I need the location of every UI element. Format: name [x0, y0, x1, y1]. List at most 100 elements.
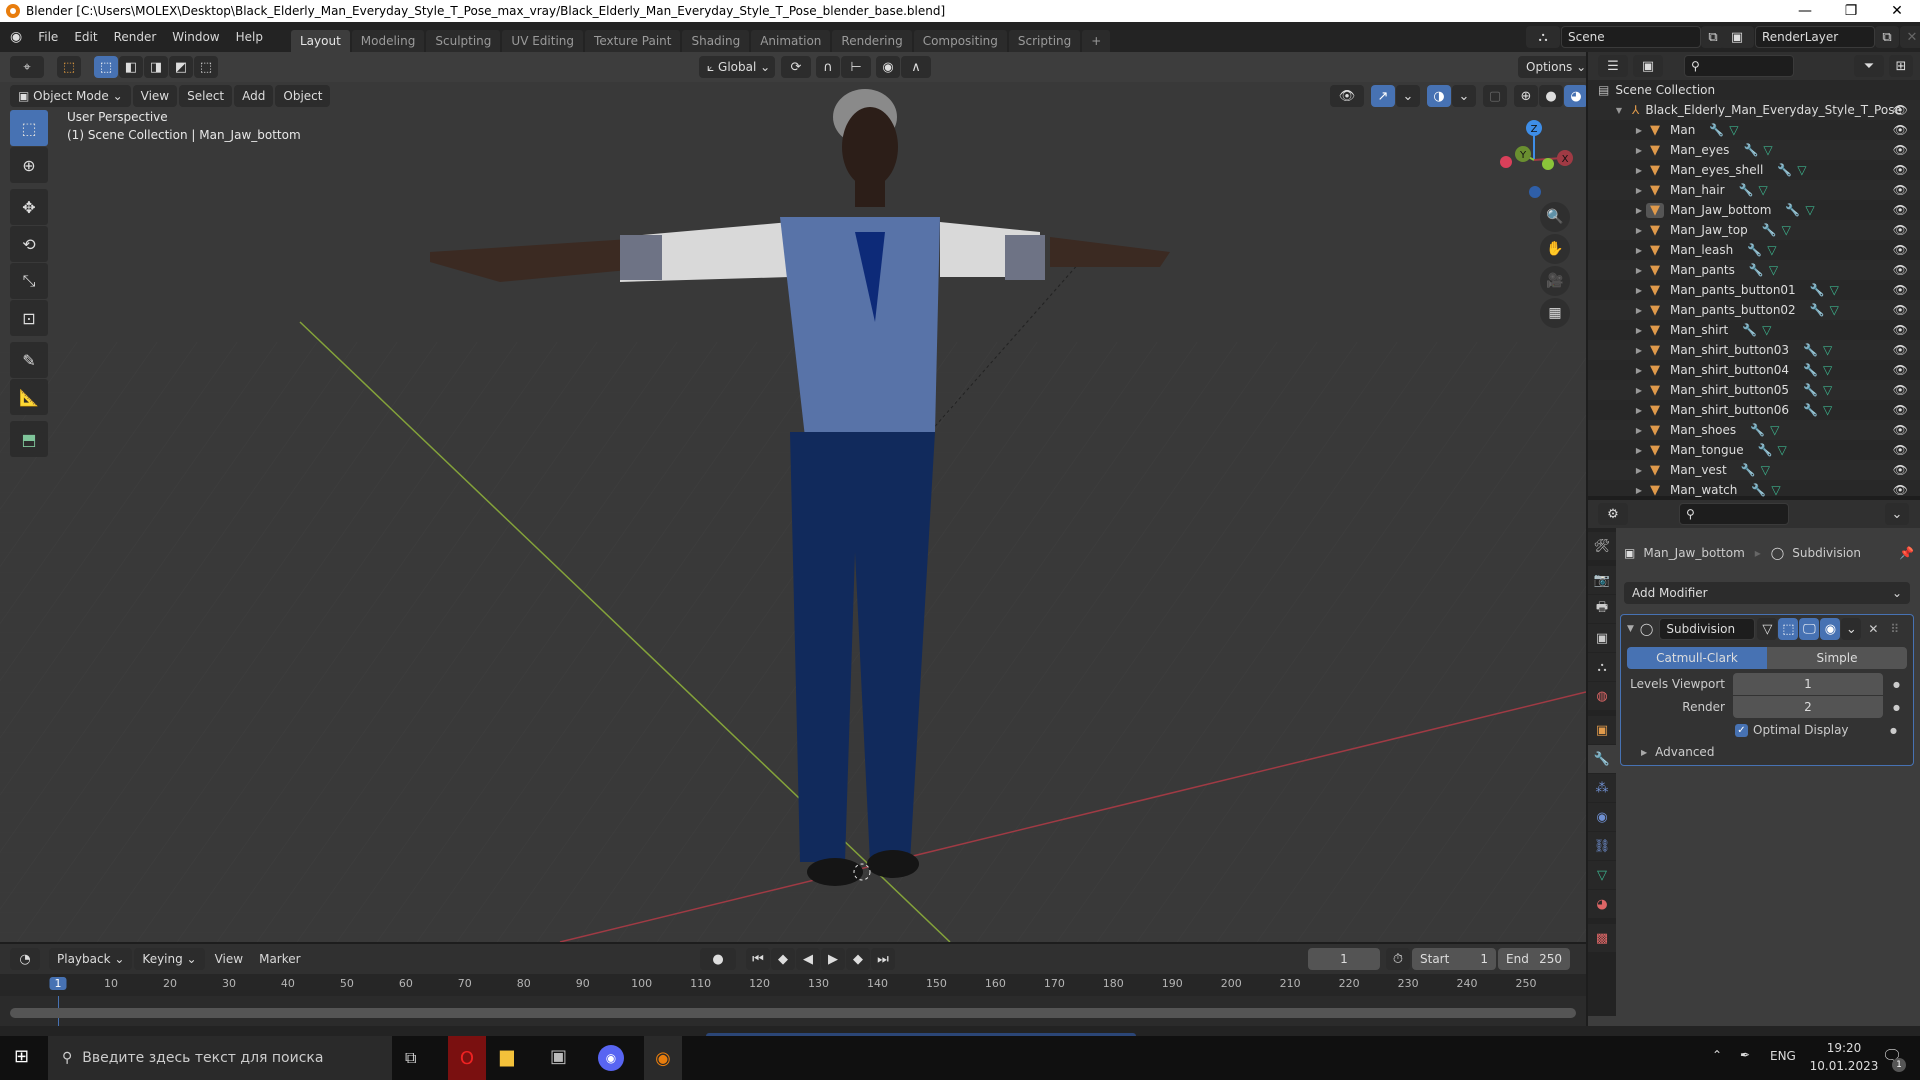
- close-button[interactable]: ✕: [1874, 0, 1920, 22]
- modifier-wrench-icon[interactable]: 🔧: [1747, 243, 1762, 257]
- expand-triangle-icon[interactable]: ▶: [1632, 226, 1646, 235]
- modifier-wrench-icon[interactable]: 🔧: [1739, 183, 1754, 197]
- menu-add[interactable]: Add: [234, 85, 274, 107]
- scale-tool-icon[interactable]: ⤡: [10, 263, 48, 299]
- blender-app-icon[interactable]: ◉: [644, 1036, 682, 1080]
- outliner-item[interactable]: ▶ ▼ Man_tongue 🔧 ▽ 👁: [1588, 440, 1920, 460]
- material-tab-icon[interactable]: ◕: [1588, 890, 1616, 918]
- menu-edit[interactable]: Edit: [66, 30, 105, 44]
- blender-menu-icon[interactable]: ◉: [10, 29, 22, 45]
- select-invert-icon[interactable]: ◩: [169, 56, 193, 78]
- visibility-selectability-icon[interactable]: 👁: [1330, 85, 1364, 107]
- mesh-data-icon[interactable]: ▽: [1771, 483, 1780, 497]
- expand-triangle-icon[interactable]: ▶: [1632, 466, 1646, 475]
- mesh-data-icon[interactable]: ▽: [1797, 163, 1806, 177]
- playback-dropdown[interactable]: Playback ⌄: [49, 948, 133, 970]
- visibility-eye-icon[interactable]: 👁: [1893, 403, 1908, 417]
- modifier-wrench-icon[interactable]: 🔧: [1758, 443, 1773, 457]
- visibility-eye-icon[interactable]: 👁: [1893, 483, 1908, 497]
- expand-triangle-icon[interactable]: ▶: [1632, 326, 1646, 335]
- modifier-tab-icon[interactable]: 🔧: [1588, 745, 1616, 773]
- mesh-data-icon[interactable]: ▽: [1761, 463, 1770, 477]
- preview-range-icon[interactable]: ⏱: [1386, 948, 1410, 970]
- tab-compositing[interactable]: Compositing: [913, 30, 1007, 52]
- view-layer-name-field[interactable]: RenderLayer: [1755, 26, 1875, 48]
- modifier-wrench-icon[interactable]: 🔧: [1743, 143, 1758, 157]
- render-tab-icon[interactable]: 📷: [1588, 566, 1616, 594]
- end-frame-field[interactable]: End 250: [1498, 948, 1570, 970]
- neg-y-axis-handle[interactable]: [1542, 158, 1554, 170]
- editor-type-icon[interactable]: ⌖: [10, 56, 44, 78]
- outliner-item[interactable]: ▶ ▼ Man_watch 🔧 ▽ 👁: [1588, 480, 1920, 500]
- visibility-eye-icon[interactable]: 👁: [1893, 223, 1908, 237]
- visibility-eye-icon[interactable]: 👁: [1893, 343, 1908, 357]
- tool-tab-icon[interactable]: 🛠: [1588, 532, 1616, 560]
- add-workspace-button[interactable]: +: [1082, 30, 1111, 52]
- gizmo-dropdown-icon[interactable]: ⌄: [1396, 85, 1420, 107]
- clock-time[interactable]: 19:20: [1814, 1041, 1874, 1055]
- timeline-ruler[interactable]: 1 10 20 30 40 50 60 70 80 90 100 110 120 130 140 150 160…: [0, 974, 1586, 996]
- properties-search-input[interactable]: ⚲: [1679, 503, 1789, 525]
- expand-triangle-icon[interactable]: ▶: [1632, 166, 1646, 175]
- expand-triangle-icon[interactable]: ▶: [1632, 186, 1646, 195]
- neg-x-axis-handle[interactable]: [1500, 156, 1512, 168]
- texture-tab-icon[interactable]: ▩: [1588, 924, 1616, 952]
- pin-icon[interactable]: 📌: [1899, 546, 1914, 560]
- zoom-view-icon[interactable]: 🔍: [1540, 202, 1570, 232]
- new-view-layer-icon[interactable]: ⧉: [1875, 26, 1899, 48]
- mesh-data-icon[interactable]: ▽: [1782, 223, 1791, 237]
- mesh-data-icon[interactable]: ▽: [1778, 443, 1787, 457]
- outliner-filter-layer-icon[interactable]: ▣: [1633, 55, 1663, 77]
- outliner-item[interactable]: ▶ ▼ Man_leash 🔧 ▽ 👁: [1588, 240, 1920, 260]
- auto-keying-icon[interactable]: ●: [700, 948, 736, 970]
- modifier-wrench-icon[interactable]: 🔧: [1803, 403, 1818, 417]
- wireframe-shading-icon[interactable]: ⊕: [1514, 85, 1538, 107]
- mesh-data-icon[interactable]: ▽: [1805, 203, 1814, 217]
- expand-triangle-icon[interactable]: ▶: [1632, 426, 1646, 435]
- modifier-name-field[interactable]: Subdivision: [1659, 618, 1756, 640]
- scene-icon[interactable]: ⛬: [1526, 26, 1560, 48]
- view-layer-tab-icon[interactable]: ▣: [1588, 624, 1616, 652]
- mesh-data-icon[interactable]: ▽: [1770, 423, 1779, 437]
- menu-help[interactable]: Help: [228, 30, 271, 44]
- outliner-item[interactable]: ▶ ▼ Man_eyes_shell 🔧 ▽ 👁: [1588, 160, 1920, 180]
- select-extend-icon[interactable]: ◧: [119, 56, 143, 78]
- simple-button[interactable]: Simple: [1767, 647, 1907, 669]
- file-explorer-app-icon[interactable]: ▆: [500, 1046, 514, 1067]
- expand-triangle-icon[interactable]: ▶: [1632, 126, 1646, 135]
- catmull-clark-button[interactable]: Catmull-Clark: [1627, 647, 1767, 669]
- menu-file[interactable]: File: [30, 30, 66, 44]
- mesh-data-icon[interactable]: ▽: [1830, 283, 1839, 297]
- modifier-wrench-icon[interactable]: 🔧: [1749, 263, 1764, 277]
- visibility-eye-icon[interactable]: 👁: [1893, 123, 1908, 137]
- collapse-triangle-icon[interactable]: ▼: [1612, 106, 1626, 115]
- pen-icon[interactable]: ✒: [1740, 1048, 1750, 1062]
- mesh-data-icon[interactable]: ▽: [1763, 143, 1772, 157]
- outliner-item[interactable]: ▶ ▼ Man_eyes 🔧 ▽ 👁: [1588, 140, 1920, 160]
- keying-dropdown[interactable]: Keying ⌄: [134, 948, 205, 970]
- keyframe-dot-icon[interactable]: ●: [1893, 703, 1900, 712]
- ortho-toggle-icon[interactable]: ▦: [1540, 298, 1570, 328]
- expand-triangle-icon[interactable]: ▶: [1632, 486, 1646, 495]
- play-reverse-icon[interactable]: ◀: [796, 948, 820, 970]
- visibility-eye-icon[interactable]: 👁: [1893, 103, 1908, 117]
- expand-triangle-icon[interactable]: ▶: [1632, 446, 1646, 455]
- visibility-eye-icon[interactable]: 👁: [1893, 203, 1908, 217]
- active-tool-icon[interactable]: ⬚: [57, 56, 81, 78]
- material-preview-shading-icon[interactable]: ◕: [1564, 85, 1586, 107]
- outliner-item[interactable]: ▶ ▼ Man_pants_button02 🔧 ▽ 👁: [1588, 300, 1920, 320]
- start-frame-field[interactable]: Start 1: [1412, 948, 1496, 970]
- mesh-data-icon[interactable]: ▽: [1823, 383, 1832, 397]
- properties-editor-type-icon[interactable]: ⚙: [1598, 503, 1628, 525]
- delete-view-layer-icon[interactable]: ✕: [1900, 26, 1920, 48]
- visibility-eye-icon[interactable]: 👁: [1893, 323, 1908, 337]
- particles-tab-icon[interactable]: ⁂: [1588, 774, 1616, 802]
- menu-select[interactable]: Select: [179, 85, 233, 107]
- visibility-eye-icon[interactable]: 👁: [1893, 463, 1908, 477]
- add-modifier-dropdown[interactable]: Add Modifier ⌄: [1624, 582, 1910, 604]
- overlay-toggle-icon[interactable]: ◑: [1427, 85, 1451, 107]
- tab-uv-editing[interactable]: UV Editing: [502, 30, 584, 52]
- proportional-edit-icon[interactable]: ◉: [876, 56, 900, 78]
- jump-end-icon[interactable]: ⏭: [871, 948, 895, 970]
- mesh-data-icon[interactable]: ▽: [1830, 303, 1839, 317]
